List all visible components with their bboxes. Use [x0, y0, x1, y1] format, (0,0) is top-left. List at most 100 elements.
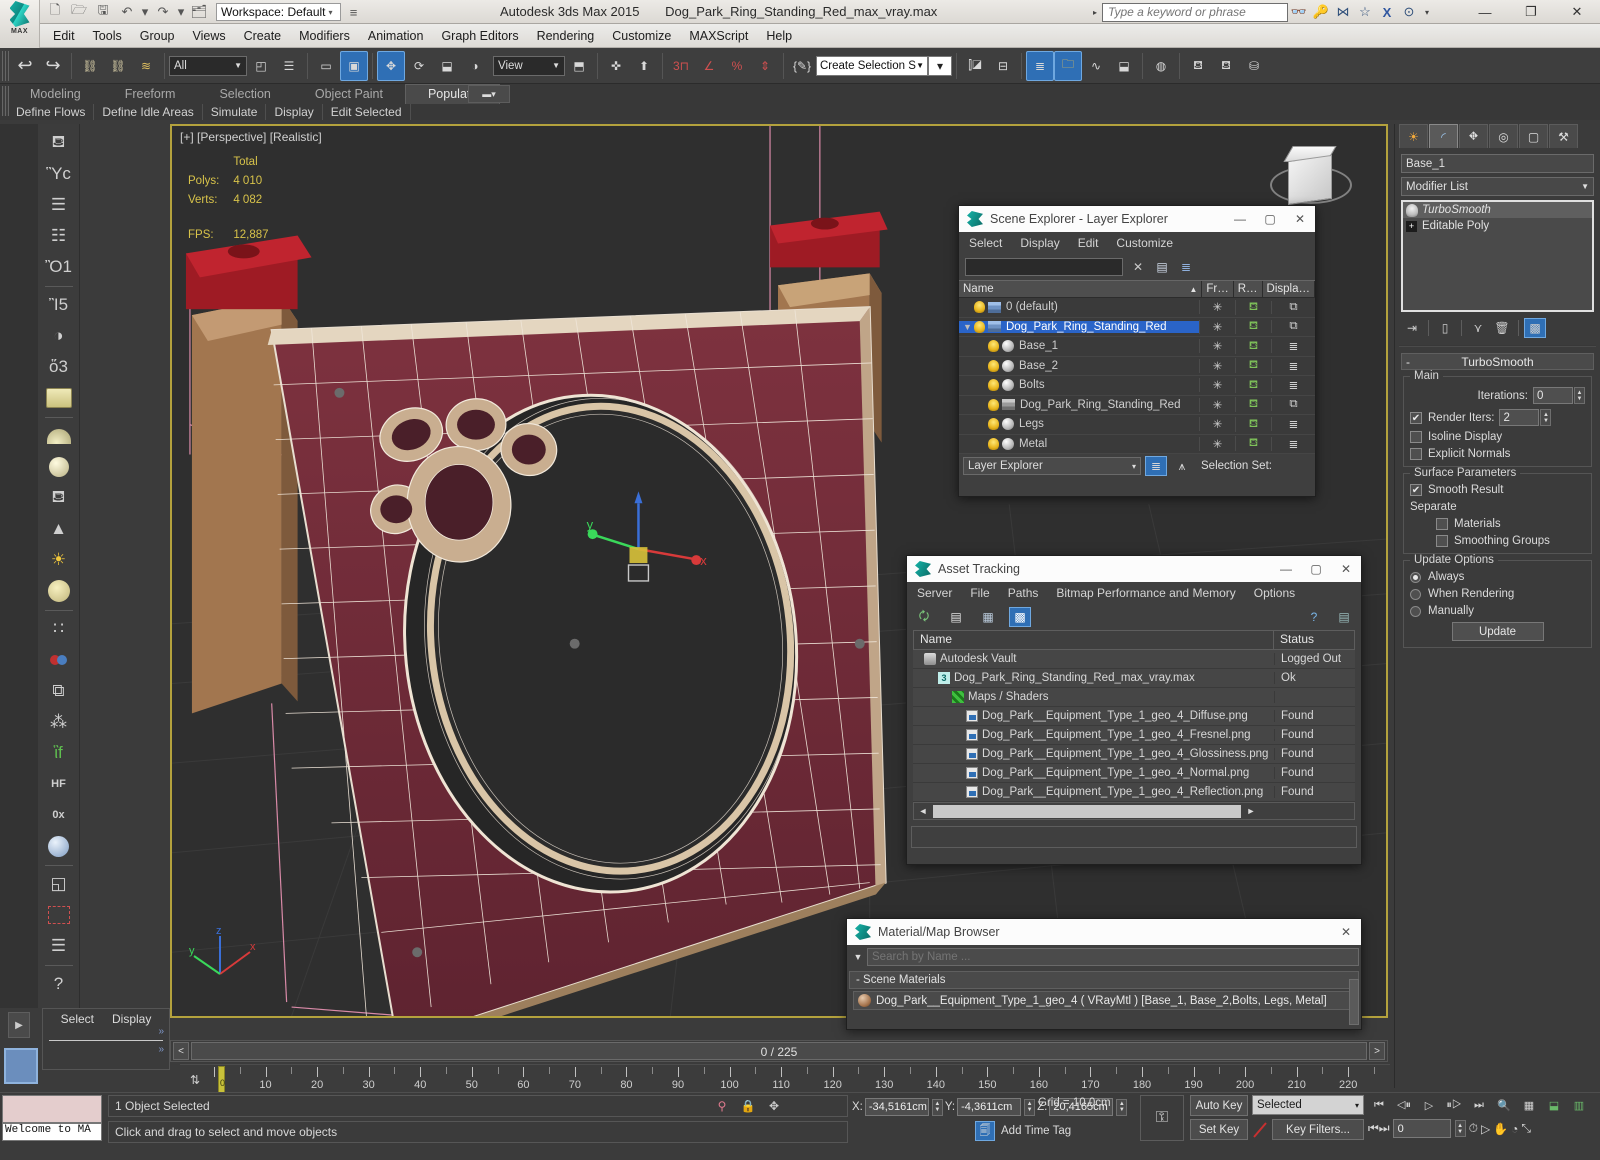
redo-icon[interactable]: ↪ — [39, 51, 67, 81]
isoline-display-checkbox[interactable] — [1410, 431, 1422, 443]
bind-to-space-warp-icon[interactable]: ≋ — [132, 51, 160, 81]
camera-shading-icon[interactable]: ◑ — [42, 321, 76, 351]
unlink-selection-icon[interactable]: ⛓ — [104, 51, 132, 81]
material-list-item[interactable]: Dog_Park__Equipment_Type_1_geo_4 ( VRayM… — [853, 991, 1359, 1010]
column-header-freeze[interactable]: Fr… — [1202, 281, 1234, 297]
help-icon[interactable]: ⊙ — [1398, 2, 1420, 22]
tab-display[interactable]: Display — [112, 1012, 151, 1026]
column-header-render[interactable]: R… — [1234, 281, 1263, 297]
material-map-browser-window[interactable]: Material/Map Browser ✕ ▼ - Scene Materia… — [846, 918, 1362, 1030]
render-cell[interactable]: ⛾ — [1235, 319, 1271, 335]
visibility-bulb-icon[interactable] — [988, 437, 999, 450]
manually-radio[interactable] — [1410, 605, 1421, 617]
auto-key-button[interactable]: Auto Key — [1190, 1095, 1248, 1116]
menu-item-graph-editors[interactable]: Graph Editors — [432, 27, 527, 45]
minimize-button[interactable]: — — [1462, 0, 1508, 24]
asset-menu-bitmap-performance-and-memory[interactable]: Bitmap Performance and Memory — [1056, 586, 1235, 600]
save-file-icon[interactable]: 🖫 — [92, 2, 114, 22]
ribbon-tab-freeform[interactable]: Freeform — [103, 85, 198, 104]
display-cell[interactable]: ≣ — [1271, 378, 1315, 393]
redo-icon[interactable]: ↷ — [152, 2, 174, 22]
modifier-enable-icon[interactable] — [1406, 203, 1418, 217]
current-frame-field[interactable]: 0 — [1392, 1119, 1451, 1138]
window-crossing-icon[interactable]: ▣ — [340, 50, 368, 81]
visibility-bulb-icon[interactable] — [988, 359, 999, 372]
expand-chevron-icon-2[interactable]: » — [43, 1044, 164, 1055]
render-production-icon[interactable]: ⛁ — [1240, 51, 1268, 81]
details-view-icon[interactable]: ▦ — [977, 607, 999, 627]
snaps-3-icon[interactable]: 3⊓ — [667, 51, 695, 81]
orbit-icon[interactable]: ◔ — [1511, 1122, 1518, 1136]
make-unique-icon[interactable]: ⋎ — [1467, 318, 1489, 338]
next-frame-button[interactable]: > — [1369, 1042, 1385, 1060]
turbosmooth-rollout-header[interactable]: - TurboSmooth — [1401, 353, 1594, 370]
maxscript-listener-text[interactable]: Welcome to MA — [2, 1123, 102, 1141]
freeze-cell[interactable]: ✳ — [1199, 378, 1235, 393]
search-input[interactable] — [1102, 2, 1288, 22]
menu-item-tools[interactable]: Tools — [84, 27, 131, 45]
close-button[interactable]: ✕ — [1554, 0, 1600, 24]
menu-item-modifiers[interactable]: Modifiers — [290, 27, 359, 45]
key-filters-button[interactable]: Key Filters... — [1272, 1119, 1364, 1140]
scene-explorer-row[interactable]: Bolts ✳ ⛾ ≣ — [959, 376, 1315, 396]
help-icon[interactable]: ? — [42, 969, 76, 999]
sun-light-icon[interactable]: ☀ — [42, 545, 76, 575]
help-icon[interactable]: ? — [1303, 607, 1325, 627]
undo-dropdown-icon[interactable]: ▾ — [140, 2, 150, 22]
iterations-field[interactable]: 0 — [1533, 387, 1573, 404]
scene-explorer-list[interactable]: 0 (default) ✳ ⛾ ⧉ ▼ Dog_Park_Ring_Standing_Re… — [959, 298, 1315, 454]
modify-tab[interactable]: ◜ — [1429, 124, 1458, 148]
update-option-manually[interactable]: Manually — [1410, 605, 1585, 617]
menu-item-edit[interactable]: Edit — [44, 27, 84, 45]
display-cell[interactable]: ⧉ — [1271, 300, 1315, 314]
asset-menu-server[interactable]: Server — [917, 586, 952, 600]
app-logo-button[interactable]: MAX — [0, 0, 40, 48]
time-configuration-icon[interactable]: ⏱ — [1469, 1121, 1478, 1136]
smoothing-groups-checkbox[interactable] — [1436, 535, 1448, 547]
play-animation-icon[interactable]: ▷ — [1418, 1095, 1440, 1115]
mirror-icon[interactable]: ⫿◪ — [961, 51, 989, 81]
explicit-normals-checkbox[interactable] — [1410, 448, 1422, 460]
help-dropdown-icon[interactable]: ▾ — [1420, 8, 1434, 17]
visibility-bulb-icon[interactable] — [988, 379, 999, 392]
time-tag-icon[interactable]: 🗐 — [975, 1121, 995, 1141]
update-option-always[interactable]: Always — [1410, 571, 1585, 583]
ribbon-tab-selection[interactable]: Selection — [197, 85, 292, 104]
display-tab[interactable]: ▢ — [1519, 124, 1548, 148]
maximize-viewport-toggle-icon[interactable]: ⤡ — [1521, 1121, 1531, 1136]
clear-search-icon[interactable]: ✕ — [1129, 258, 1147, 276]
tab-select[interactable]: Select — [61, 1012, 94, 1026]
zoom-extents-all-icon[interactable]: ▥ — [1568, 1095, 1590, 1115]
grass-icon[interactable]: ἳf — [42, 738, 76, 768]
axis-x-field[interactable]: -34,5161cm — [864, 1098, 929, 1116]
render-cell[interactable]: ⛾ — [1235, 397, 1271, 413]
color-swatch-button[interactable] — [4, 1048, 38, 1084]
modifier-stack-item[interactable]: TurboSmooth — [1403, 202, 1592, 218]
asset-tracking-window[interactable]: Asset Tracking — ▢ ✕ Server File Paths Bitm… — [906, 555, 1362, 865]
viewport-label[interactable]: [+] [Perspective] [Realistic] — [180, 130, 322, 144]
pan-view-icon[interactable]: ✋ — [1493, 1122, 1508, 1136]
ribbon-button-simulate[interactable]: Simulate — [203, 104, 267, 120]
select-object-icon[interactable]: ◰ — [247, 51, 275, 81]
sky-light-icon[interactable] — [42, 576, 76, 606]
field-of-view-icon[interactable]: ▷ — [1481, 1122, 1490, 1136]
visibility-bulb-icon[interactable] — [988, 418, 999, 431]
material-search-input[interactable] — [867, 948, 1359, 966]
asset-row[interactable]: Dog_Park__Equipment_Type_1_geo_4_Diffuse… — [913, 707, 1355, 726]
select-by-material-icon[interactable] — [42, 900, 76, 930]
ribbon-button-define-flows[interactable]: Define Flows — [8, 104, 95, 120]
scene-explorer-row[interactable]: ▼ Dog_Park_Ring_Standing_Red ✳ ⛾ ⧉ — [959, 318, 1315, 337]
layer-view-toggle-icon[interactable]: ≣ — [1145, 456, 1167, 476]
set-key-button[interactable]: Set Key — [1190, 1119, 1248, 1140]
asset-row[interactable]: 3 Dog_Park_Ring_Standing_Red_max_vray.max… — [913, 669, 1355, 688]
menu-item-views[interactable]: Views — [183, 27, 234, 45]
render-cell[interactable]: ⛾ — [1235, 358, 1271, 374]
rectangular-selection-region-icon[interactable]: ▭ — [312, 51, 340, 81]
normals-icon[interactable]: ⧉ — [42, 676, 76, 706]
motion-tab[interactable]: ◎ — [1489, 124, 1518, 148]
axis-x-spinner[interactable]: ▲ ▼ — [931, 1098, 943, 1116]
menu-item-create[interactable]: Create — [235, 27, 291, 45]
options-icon[interactable]: ▤ — [1333, 607, 1355, 627]
asset-tracking-horizontal-scrollbar[interactable]: ◄ ► — [913, 802, 1355, 820]
restore-button[interactable]: ❐ — [1508, 0, 1554, 24]
